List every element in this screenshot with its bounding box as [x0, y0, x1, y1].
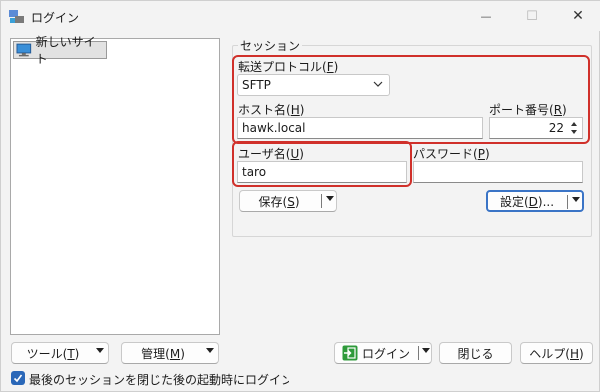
- show-login-checkbox-label[interactable]: 最後のセッションを閉じた後の起動時にログインを表示(S: [29, 371, 289, 388]
- login-button-label: ログイン: [361, 346, 410, 361]
- port-stepper-icon[interactable]: [569, 120, 579, 136]
- port-label: ポート番号(R): [489, 103, 567, 117]
- tools-button[interactable]: ツール(T): [11, 342, 109, 364]
- manage-button[interactable]: 管理(M): [121, 342, 219, 364]
- settings-button[interactable]: 設定(D)...: [486, 190, 584, 212]
- close-icon: ✕: [572, 8, 584, 24]
- minimize-icon: —: [480, 9, 492, 23]
- protocol-value: SFTP: [242, 78, 271, 92]
- site-tree[interactable]: 新しいサイト: [10, 35, 220, 335]
- maximize-button[interactable]: ☐: [509, 3, 555, 29]
- help-button-label: ヘルプ(H): [529, 346, 584, 361]
- host-input[interactable]: hawk.local: [237, 117, 483, 139]
- settings-button-label: 設定(D)...: [499, 194, 555, 209]
- login-button[interactable]: ログイン: [334, 342, 432, 364]
- tools-dropdown-arrow-icon: [96, 348, 104, 353]
- save-dropdown-arrow-icon[interactable]: [326, 196, 334, 201]
- host-label: ホスト名(H): [238, 103, 305, 117]
- password-label: パスワード(P): [413, 147, 490, 161]
- minimize-button[interactable]: —: [463, 3, 509, 29]
- tools-button-label: ツール(T): [26, 346, 80, 361]
- window-title: ログイン: [31, 11, 80, 25]
- port-value: 22: [548, 121, 564, 135]
- save-button-label: 保存(S): [258, 194, 300, 209]
- user-input[interactable]: taro: [237, 161, 407, 183]
- help-button[interactable]: ヘルプ(H): [520, 342, 593, 364]
- port-input[interactable]: 22: [489, 117, 583, 139]
- settings-dropdown-arrow-icon[interactable]: [572, 197, 580, 202]
- manage-button-label: 管理(M): [141, 346, 185, 361]
- maximize-icon: ☐: [526, 8, 538, 24]
- user-value: taro: [242, 165, 267, 179]
- close-window-button[interactable]: ✕: [555, 3, 600, 29]
- protocol-select[interactable]: SFTP: [237, 74, 390, 96]
- protocol-label: 転送プロトコル(F): [238, 60, 339, 74]
- chevron-down-icon: [373, 81, 383, 87]
- title-bar: ログイン — ☐ ✕: [1, 1, 600, 31]
- site-item-new-site[interactable]: 新しいサイト: [13, 35, 107, 66]
- host-value: hawk.local: [242, 121, 306, 135]
- show-login-checkbox[interactable]: [11, 371, 25, 385]
- close-button[interactable]: 閉じる: [439, 342, 512, 364]
- close-button-label: 閉じる: [457, 346, 494, 361]
- user-label: ユーザ名(U): [238, 147, 304, 161]
- login-dropdown-arrow-icon[interactable]: [422, 348, 430, 353]
- site-item-label: 新しいサイト: [35, 35, 96, 66]
- login-window: ログイン — ☐ ✕ 新しいサイト セッション 転送プロトコル(F) SFTP: [0, 0, 600, 392]
- session-group-label: セッション: [238, 37, 303, 54]
- login-icon: [342, 345, 358, 361]
- computer-icon: [16, 43, 32, 57]
- winscp-app-icon: [9, 10, 24, 23]
- save-button[interactable]: 保存(S): [239, 190, 337, 212]
- manage-dropdown-arrow-icon: [206, 348, 214, 353]
- password-input[interactable]: [413, 161, 583, 183]
- checkmark-icon: [13, 374, 23, 383]
